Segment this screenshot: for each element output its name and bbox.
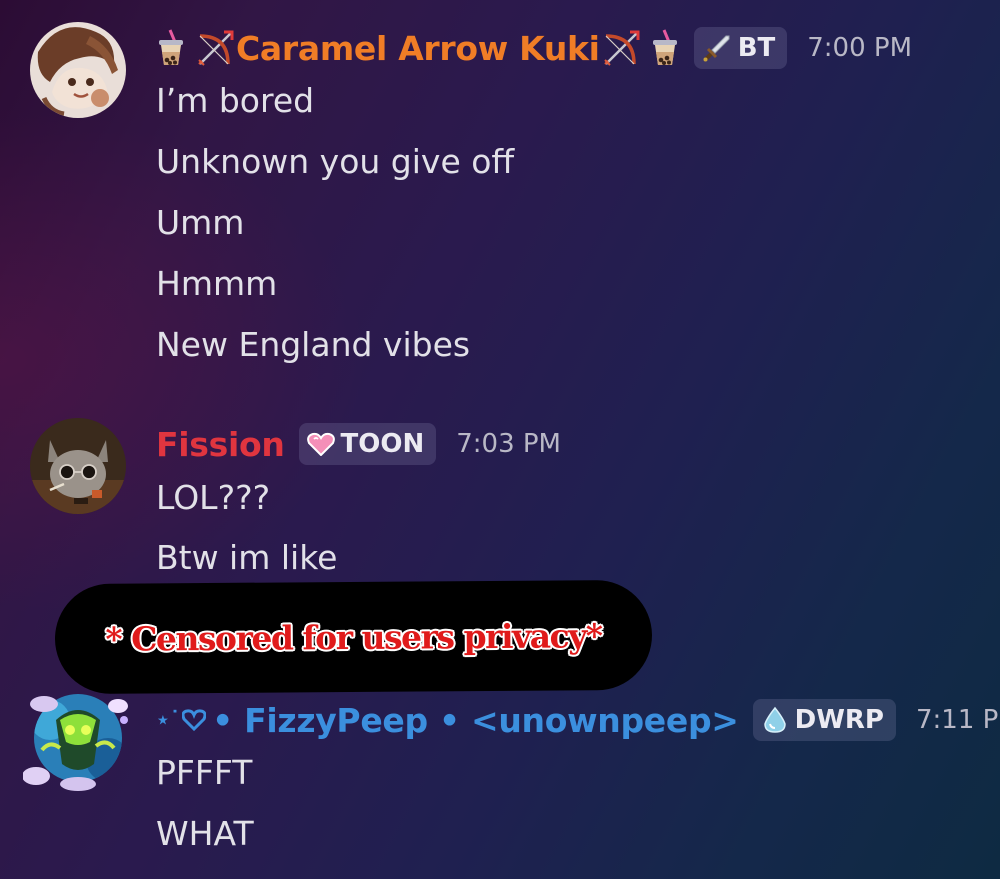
sword-icon bbox=[702, 33, 732, 63]
timestamp: 7:00 PM bbox=[807, 33, 913, 63]
message-text: Hmmm bbox=[156, 264, 278, 303]
water-drop-icon bbox=[761, 706, 789, 734]
avatar[interactable] bbox=[30, 418, 126, 514]
bubble-tea-icon bbox=[650, 28, 680, 68]
username[interactable]: Caramel Arrow Kuki bbox=[236, 29, 600, 68]
username-prefix: ⋆˙ bbox=[156, 707, 181, 733]
bubble-tea-icon bbox=[156, 28, 186, 68]
message-header: ⋆˙ • FizzyPeep • <unownpeep> DWRP 7:11 P… bbox=[156, 696, 1000, 744]
message-text: WHAT bbox=[156, 814, 254, 853]
message-text: Btw im like bbox=[156, 538, 338, 577]
role-tag-label: BT bbox=[737, 33, 776, 63]
avatar[interactable] bbox=[30, 22, 126, 118]
timestamp: 7:11 PM bbox=[915, 705, 1000, 735]
bow-arrow-icon bbox=[602, 28, 642, 68]
censor-bar: * Censored for users privacy* bbox=[54, 579, 653, 695]
censor-label: * Censored for users privacy* bbox=[105, 615, 602, 659]
message-text: Unknown you give off bbox=[156, 142, 515, 181]
role-tag-label: DWRP bbox=[794, 705, 884, 735]
message-text: LOL??? bbox=[156, 478, 271, 517]
timestamp: 7:03 PM bbox=[456, 429, 561, 459]
username[interactable]: Fission bbox=[156, 425, 285, 464]
message-text: New England vibes bbox=[156, 325, 471, 364]
role-tag[interactable]: TOON bbox=[298, 423, 437, 465]
bow-arrow-icon bbox=[196, 28, 236, 68]
avatar[interactable] bbox=[23, 690, 128, 791]
message-header: Caramel Arrow Kuki BT 7:00 PM bbox=[156, 24, 912, 72]
username[interactable]: • FizzyPeep • <unownpeep> bbox=[212, 701, 739, 740]
message-text: Umm bbox=[156, 203, 245, 242]
pink-heart-icon bbox=[306, 432, 335, 456]
role-tag-label: TOON bbox=[340, 429, 425, 459]
role-tag[interactable]: BT bbox=[693, 27, 788, 69]
heart-icon bbox=[182, 709, 207, 731]
message-text: PFFFT bbox=[156, 753, 253, 792]
role-tag[interactable]: DWRP bbox=[752, 699, 896, 741]
message-text: I’m bored bbox=[156, 81, 315, 120]
message-header: Fission TOON 7:03 PM bbox=[156, 420, 561, 468]
